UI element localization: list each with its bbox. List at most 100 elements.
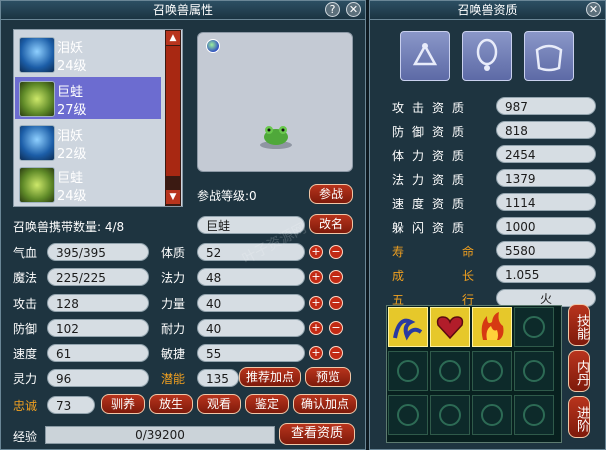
empty-skill-slot[interactable]	[388, 351, 428, 391]
qual-label-dodge: 躲闪资质	[392, 221, 473, 235]
exp-bar: 0/39200	[45, 426, 275, 444]
scroll-down-icon[interactable]: ▼	[166, 190, 180, 204]
skills-tab-button[interactable]: 技能	[568, 304, 590, 346]
battle-button[interactable]: 参战	[309, 184, 353, 204]
tame-button[interactable]: 驯养	[101, 394, 145, 414]
pet-name: 泪妖	[57, 41, 84, 56]
stat-label-defense: 防御	[13, 322, 38, 336]
magic-plus-button[interactable]: +	[309, 270, 323, 284]
constitution-plus-button[interactable]: +	[309, 245, 323, 259]
qual-value-magic: 1379	[496, 169, 596, 187]
skill-icon-1[interactable]	[388, 307, 428, 347]
armor-icon	[535, 44, 563, 72]
giant-frog-avatar-icon	[19, 167, 55, 203]
stat-value-hp: 395/395	[47, 243, 149, 261]
empty-skill-slot[interactable]	[388, 395, 428, 435]
exp-label: 经验	[13, 430, 38, 444]
endurance-plus-button[interactable]: +	[309, 321, 323, 335]
attr-value-magic: 48	[197, 268, 305, 286]
close-button[interactable]: ✕	[346, 2, 361, 17]
pet-level: 27级	[57, 103, 87, 118]
confirm-points-button[interactable]: 确认加点	[293, 394, 357, 414]
strength-plus-button[interactable]: +	[309, 296, 323, 310]
empty-skill-slot[interactable]	[514, 307, 554, 347]
skill-icon-3[interactable]	[472, 307, 512, 347]
view-qualification-button[interactable]: 查看资质	[279, 423, 355, 445]
pet-list-item[interactable]: 巨蛙 24级	[17, 163, 159, 206]
pet-level: 22级	[57, 147, 87, 162]
agility-plus-button[interactable]: +	[309, 346, 323, 360]
stat-label-hp: 气血	[13, 246, 38, 260]
pet-list-scrollbar[interactable]: ▲ ▼	[165, 30, 181, 206]
armor-slot-icon[interactable]	[524, 31, 574, 81]
constitution-minus-button[interactable]: −	[329, 245, 343, 259]
qual-value-dodge: 1000	[496, 217, 596, 235]
stat-label-spirit: 灵力	[13, 372, 38, 386]
pet-level: 24级	[57, 59, 87, 74]
stat-label-attack: 攻击	[13, 297, 38, 311]
scroll-thumb[interactable]	[166, 46, 180, 176]
strength-minus-button[interactable]: −	[329, 296, 343, 310]
endurance-minus-button[interactable]: −	[329, 321, 343, 335]
helmet-icon	[412, 43, 438, 66]
agility-minus-button[interactable]: −	[329, 346, 343, 360]
potential-label: 潜能	[161, 372, 186, 386]
pet-list-item[interactable]: 泪妖 24级	[17, 33, 159, 76]
pet-list-item-selected[interactable]: 巨蛙 27级	[17, 77, 159, 120]
loyalty-value: 73	[47, 396, 95, 414]
empty-skill-slot[interactable]	[472, 351, 512, 391]
empty-skill-slot[interactable]	[430, 351, 470, 391]
watch-button[interactable]: 观看	[197, 394, 241, 414]
stat-value-mp: 225/225	[47, 268, 149, 286]
attr-value-endurance: 40	[197, 319, 305, 337]
pet-level: 24级	[57, 189, 87, 204]
empty-skill-slot[interactable]	[430, 395, 470, 435]
element-orb-icon	[206, 39, 220, 53]
empty-skill-slot[interactable]	[472, 395, 512, 435]
stat-value-defense: 102	[47, 319, 149, 337]
stat-value-attack: 128	[47, 294, 149, 312]
attr-value-strength: 40	[197, 294, 305, 312]
qual-value-speed: 1114	[496, 193, 596, 211]
qual-value-attack: 987	[496, 97, 596, 115]
attr-label-agility: 敏捷	[161, 347, 186, 361]
advance-tab-button[interactable]: 进阶	[568, 396, 590, 438]
necklace-icon	[476, 38, 498, 71]
help-button[interactable]: ?	[325, 2, 340, 17]
release-button[interactable]: 放生	[149, 394, 193, 414]
panel-title-bar[interactable]: 召唤兽资质 ✕	[370, 1, 605, 20]
tear-demon-avatar-icon	[19, 125, 55, 161]
skill-icon-2[interactable]	[430, 307, 470, 347]
flame-skill-icon	[481, 312, 504, 340]
close-button[interactable]: ✕	[586, 2, 601, 17]
panel-title-bar[interactable]: 召唤兽属性 ? ✕	[1, 1, 365, 20]
giant-frog-avatar-icon	[19, 81, 55, 117]
panel-title: 召唤兽属性	[152, 3, 213, 17]
magic-minus-button[interactable]: −	[329, 270, 343, 284]
qual-label-magic: 法力资质	[392, 173, 473, 187]
qual-label-attack: 攻击资质	[392, 101, 473, 115]
empty-skill-slot[interactable]	[514, 351, 554, 391]
scroll-up-icon[interactable]: ▲	[166, 31, 180, 45]
appraise-button[interactable]: 鉴定	[245, 394, 289, 414]
lifespan-value: 5580	[496, 241, 596, 259]
necklace-slot-icon[interactable]	[462, 31, 512, 81]
empty-skill-slot[interactable]	[514, 395, 554, 435]
stat-value-spirit: 96	[47, 369, 149, 387]
recommend-points-button[interactable]: 推荐加点	[239, 367, 301, 387]
helmet-slot-icon[interactable]	[400, 31, 450, 81]
pet-name: 巨蛙	[57, 171, 84, 186]
inner-pill-tab-button[interactable]: 内丹	[568, 350, 590, 392]
stat-label-speed: 速度	[13, 347, 38, 361]
exp-value: 0/39200	[135, 428, 185, 442]
preview-button[interactable]: 预览	[305, 367, 351, 387]
pet-name: 泪妖	[57, 129, 84, 144]
loyalty-label: 忠诚	[13, 399, 38, 413]
growth-value: 1.055	[496, 265, 596, 283]
rename-button[interactable]: 改名	[309, 214, 353, 234]
attr-label-magic: 法力	[161, 271, 186, 285]
qual-label-defense: 防御资质	[392, 125, 473, 139]
dark-swirl-skill-icon	[393, 318, 423, 341]
pet-list-item[interactable]: 泪妖 22级	[17, 121, 159, 164]
pet-name: 巨蛙	[57, 85, 84, 100]
